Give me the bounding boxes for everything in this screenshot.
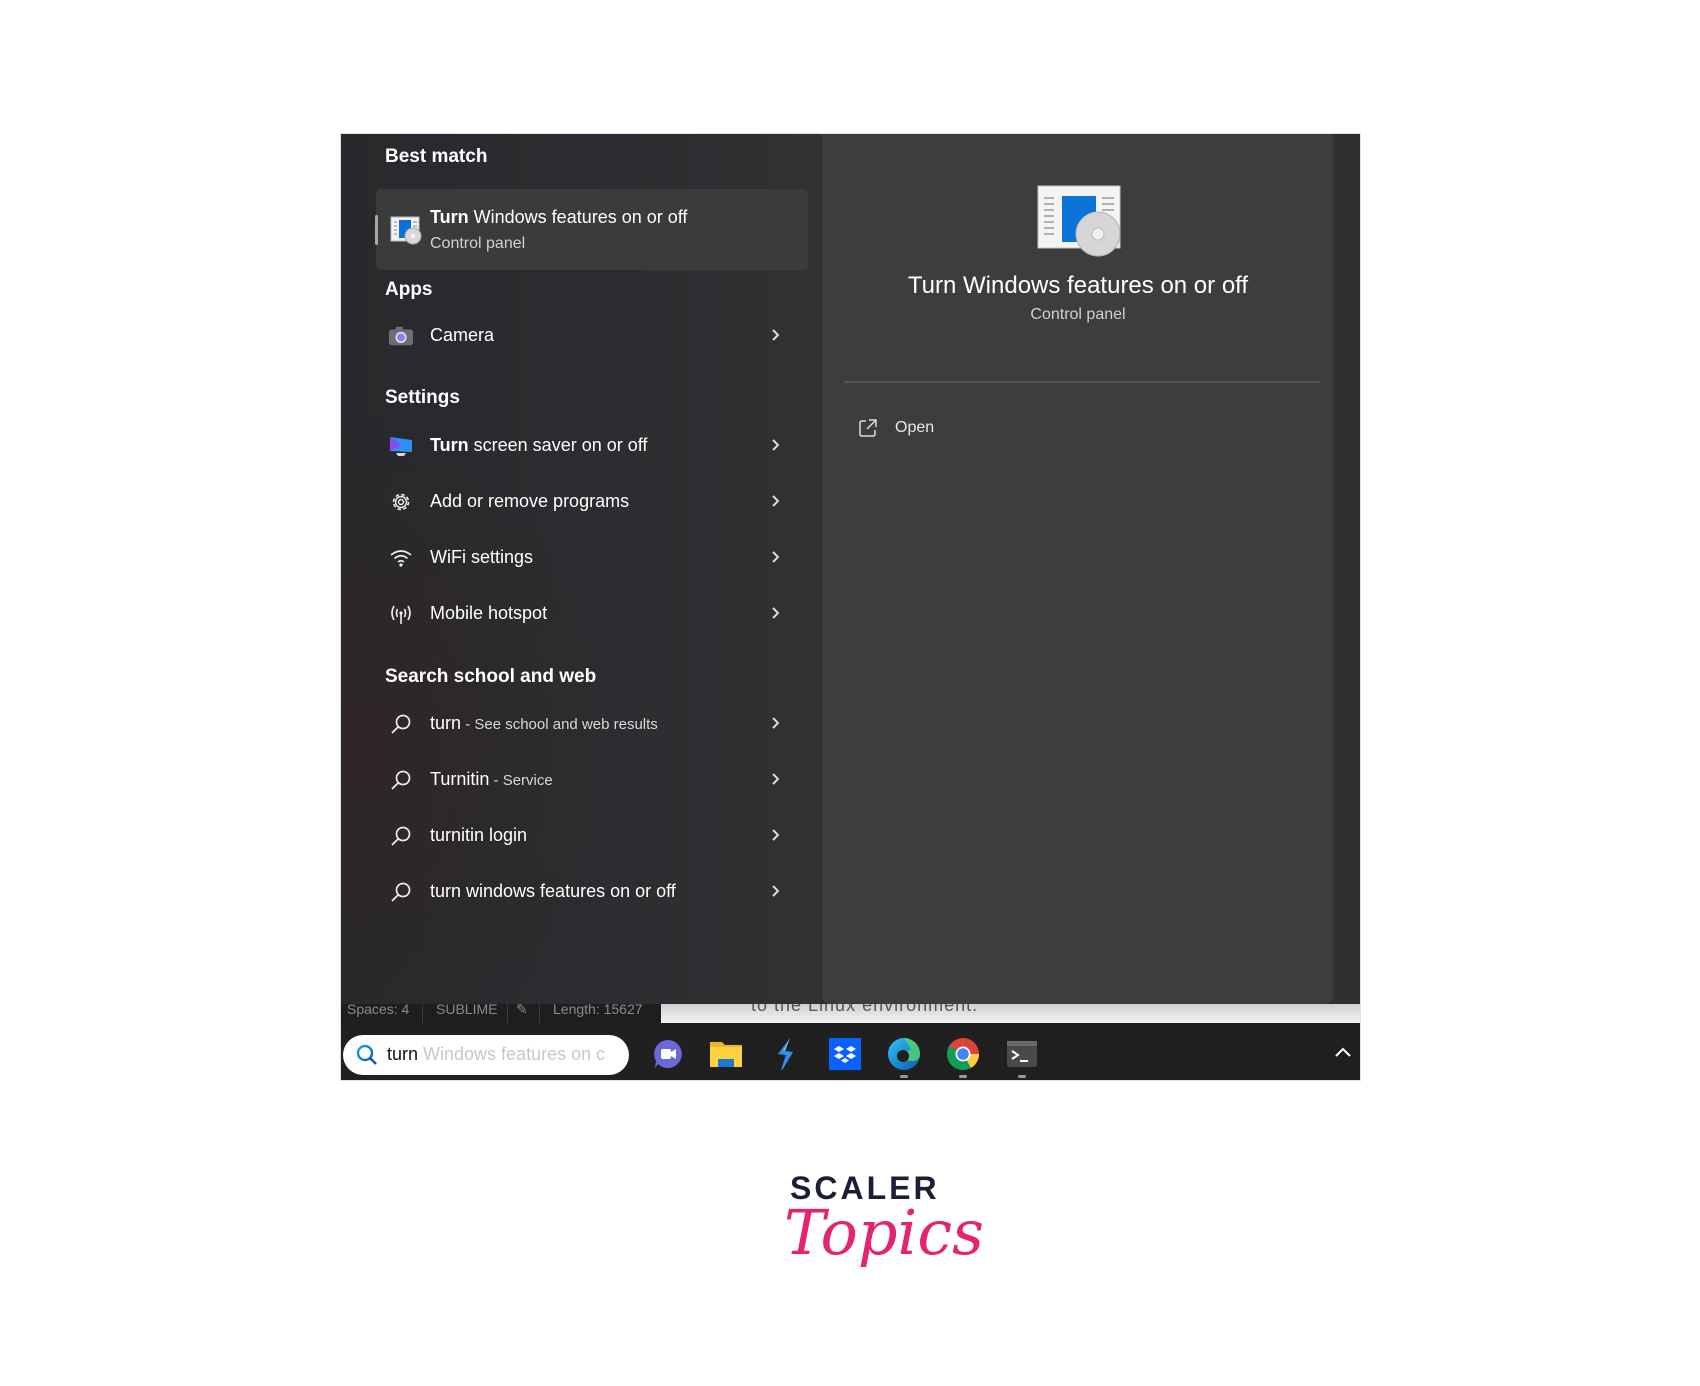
search-icon [388,768,414,792]
preview-subtitle: Control panel [1030,306,1126,323]
windows-features-icon [390,215,422,250]
document-text: to the Linux environment. [751,1004,979,1015]
open-label: Open [895,419,935,436]
status-syntax: SUBLIME [436,1001,498,1017]
web-item[interactable]: turnitin login [376,814,808,858]
search-icon [388,712,414,736]
video-chat-icon [654,1040,682,1068]
running-indicator [1018,1075,1026,1078]
chevron-right-icon[interactable] [766,490,786,512]
status-spaces: Spaces: 4 [347,1001,410,1017]
divider [844,381,1320,383]
best-match-item[interactable]: Turn Windows features on or off Control … [375,189,808,270]
chevron-right-icon[interactable] [766,824,786,846]
search-icon [388,880,414,904]
taskbar-app-edge[interactable] [887,1037,921,1071]
separator [539,1004,540,1023]
best-match-subtitle: Control panel [430,235,526,252]
start-search-flyout: Best match Turn Windows features on or o… [341,134,1360,1004]
status-length: Length: 15627 [553,1001,643,1017]
best-match-heading: Best match [385,146,488,167]
pencil-icon: ✎ [516,1001,528,1017]
settings-item-screen-saver[interactable]: Turn screen saver on or off [376,424,808,468]
taskbar-app-dropbox[interactable] [828,1037,862,1071]
taskbar-app-power-automate[interactable] [768,1037,802,1071]
chevron-right-icon[interactable] [766,324,786,346]
web-item[interactable]: Turnitin - Service [376,758,808,802]
separator [507,1004,508,1023]
running-indicator [959,1075,967,1078]
settings-label: Mobile hotspot [430,603,548,623]
chevron-right-icon[interactable] [766,768,786,790]
search-icon [355,1043,379,1072]
web-item[interactable]: turn - See school and web results [376,702,808,746]
screen-saver-icon [388,434,414,458]
open-action[interactable]: Open [858,416,998,442]
screenshot-frame: Best match Turn Windows features on or o… [340,133,1361,1081]
web-label: turn windows features on or off [430,881,676,901]
preview-panel: Turn Windows features on or off Control … [822,134,1334,1004]
best-match-title: Turn Windows features on or off [430,207,688,227]
web-label: turn - See school and web results [430,713,658,733]
editor-statusbar: Spaces: 4 SUBLIME ✎ Length: 15627 [341,1001,661,1023]
search-input[interactable]: turn Windows features on c [387,1044,605,1065]
web-heading: Search school and web [385,666,597,687]
taskbar-app-terminal[interactable] [1005,1037,1039,1071]
settings-label: WiFi settings [430,547,534,567]
settings-heading: Settings [385,387,460,408]
chevron-right-icon[interactable] [766,712,786,734]
settings-label: Turn screen saver on or off [430,435,648,455]
web-item[interactable]: turn windows features on or off [376,870,808,914]
logo-topics-text: Topics [784,1196,984,1269]
gear-icon [388,490,414,514]
folder-icon [710,1042,742,1067]
settings-item-mobile-hotspot[interactable]: Mobile hotspot [376,592,808,636]
open-external-icon [858,418,878,443]
settings-label: Add or remove programs [430,491,630,511]
taskbar-app-chrome[interactable] [946,1037,980,1071]
running-indicator [900,1075,908,1078]
app-item-camera[interactable]: Camera [376,314,808,358]
windows-features-large-icon [1036,184,1122,265]
separator [422,1004,423,1023]
preview-title: Turn Windows features on or off [907,272,1249,299]
flyout-edge [1333,134,1360,1004]
settings-item-wifi[interactable]: WiFi settings [376,536,808,580]
app-label: Camera [430,325,495,345]
taskbar: turn Windows features on c [341,1023,1360,1080]
taskbar-app-teams[interactable] [651,1037,685,1071]
selection-indicator [375,215,378,245]
document-background: to the Linux environment. [661,1004,1360,1023]
chrome-icon [946,1038,980,1071]
apps-heading: Apps [385,279,433,300]
chevron-right-icon[interactable] [766,602,786,624]
taskbar-search-box[interactable]: turn Windows features on c [343,1035,629,1075]
wifi-icon [388,546,414,570]
dropbox-icon [829,1038,861,1070]
chevron-right-icon[interactable] [766,434,786,456]
edge-icon [888,1038,920,1070]
terminal-icon [1007,1041,1037,1067]
camera-icon [388,324,414,348]
results-panel: Best match Turn Windows features on or o… [341,134,822,1004]
taskbar-app-file-explorer[interactable] [709,1037,743,1071]
scaler-topics-logo: SCALER Topics [770,1170,984,1300]
web-label: Turnitin - Service [430,769,553,789]
chevron-right-icon[interactable] [766,546,786,568]
chevron-right-icon[interactable] [766,880,786,902]
search-icon [388,824,414,848]
settings-item-add-remove-programs[interactable]: Add or remove programs [376,480,808,524]
lightning-icon [778,1038,793,1070]
web-label: turnitin login [430,825,528,845]
hotspot-icon [388,602,414,626]
show-hidden-icons-chevron-up-icon[interactable] [1334,1045,1352,1064]
